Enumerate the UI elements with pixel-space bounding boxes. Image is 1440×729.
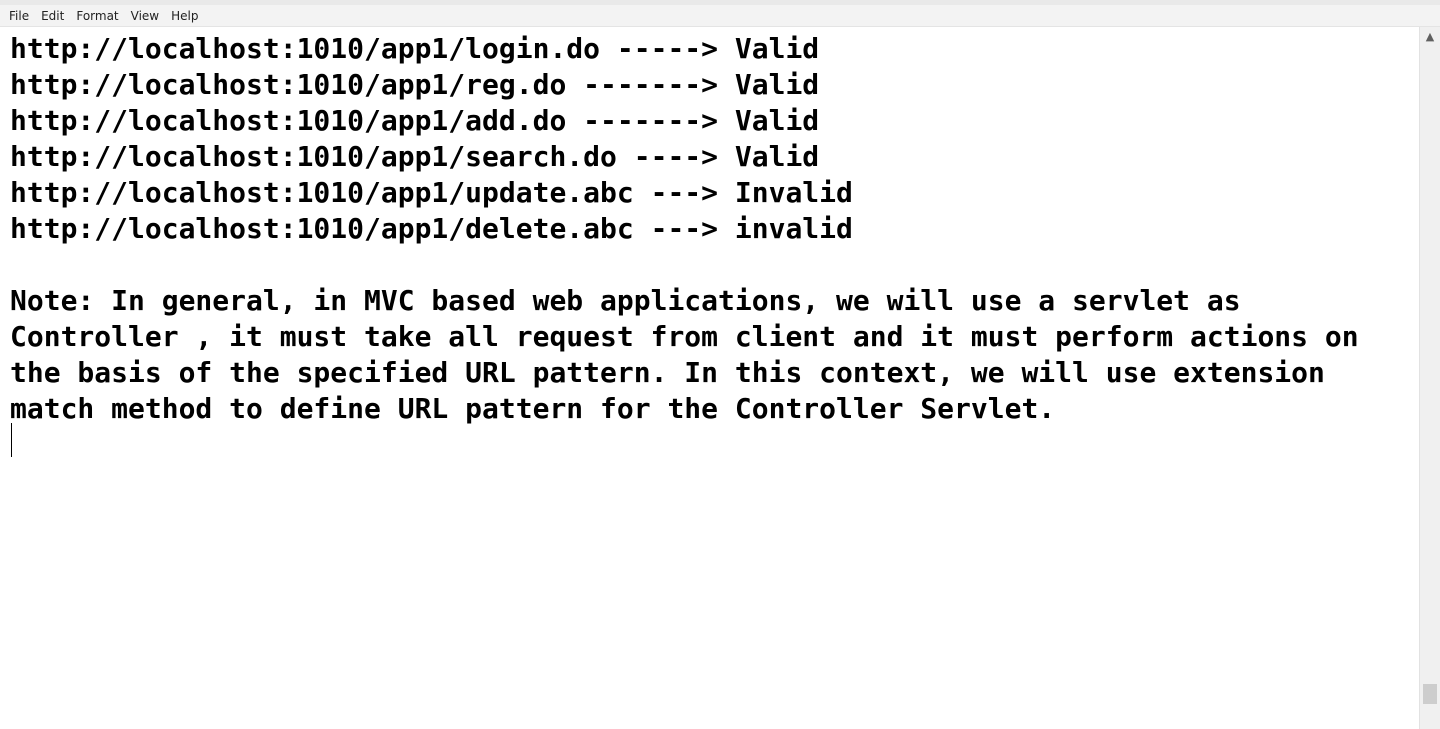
menu-edit[interactable]: Edit — [35, 5, 70, 27]
vertical-scrollbar[interactable]: ▲ — [1419, 27, 1440, 729]
menu-view[interactable]: View — [125, 5, 165, 27]
text-line: http://localhost:1010/app1/search.do ---… — [10, 140, 820, 173]
note-line: the basis of the specified URL pattern. … — [10, 356, 1325, 389]
note-line: match method to define URL pattern for t… — [10, 392, 1056, 425]
text-caret — [11, 423, 12, 457]
text-line: http://localhost:1010/app1/reg.do ------… — [10, 68, 820, 101]
scrollbar-thumb[interactable] — [1423, 684, 1437, 704]
text-line: http://localhost:1010/app1/update.abc --… — [10, 176, 853, 209]
text-editor-area[interactable]: http://localhost:1010/app1/login.do ----… — [0, 27, 1419, 729]
text-line: http://localhost:1010/app1/add.do ------… — [10, 104, 820, 137]
text-line: http://localhost:1010/app1/login.do ----… — [10, 32, 820, 65]
chevron-up-icon[interactable]: ▲ — [1420, 27, 1440, 47]
text-line: http://localhost:1010/app1/delete.abc --… — [10, 212, 853, 245]
menu-file[interactable]: File — [0, 5, 35, 27]
menu-bar: File Edit Format View Help — [0, 5, 1440, 27]
note-line: Controller , it must take all request fr… — [10, 320, 1359, 353]
menu-help[interactable]: Help — [165, 5, 204, 27]
note-line: Note: In general, in MVC based web appli… — [10, 284, 1241, 317]
notepad-window: File Edit Format View Help http://localh… — [0, 0, 1440, 729]
menu-format[interactable]: Format — [70, 5, 124, 27]
